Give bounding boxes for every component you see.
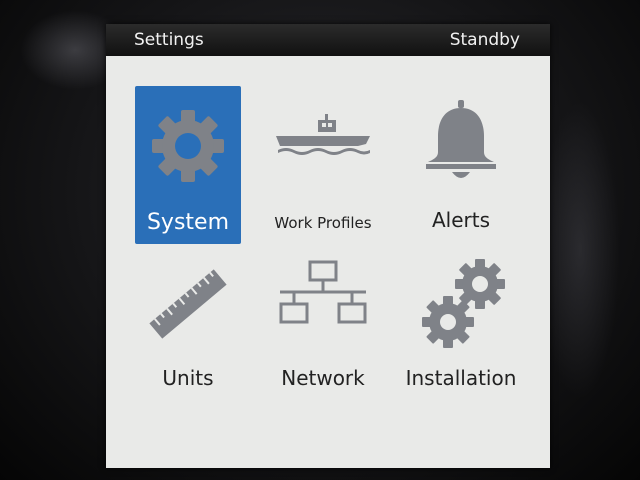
gears-icon (408, 254, 514, 354)
tile-system[interactable]: System (135, 86, 241, 244)
gear-icon (135, 96, 241, 196)
tile-label: System (146, 210, 230, 235)
tile-units[interactable]: Units (135, 244, 241, 402)
tile-work-profiles[interactable]: Work Profiles (270, 86, 376, 244)
boat-icon (270, 96, 376, 196)
tile-alerts[interactable]: Alerts (408, 86, 514, 244)
tile-network[interactable]: Network (270, 244, 376, 402)
device-bezel: Settings Standby System Work Profiles Al… (0, 0, 640, 480)
tile-label: Installation (405, 366, 517, 390)
bell-icon (408, 96, 514, 196)
network-icon (270, 254, 376, 354)
tile-label: Work Profiles (274, 214, 372, 232)
tile-installation[interactable]: Installation (406, 244, 516, 402)
tile-label: Network (281, 366, 365, 390)
ruler-icon (135, 254, 241, 354)
bezel-glare (540, 100, 620, 400)
tile-label: Units (162, 366, 214, 390)
tile-label: Alerts (431, 208, 491, 232)
